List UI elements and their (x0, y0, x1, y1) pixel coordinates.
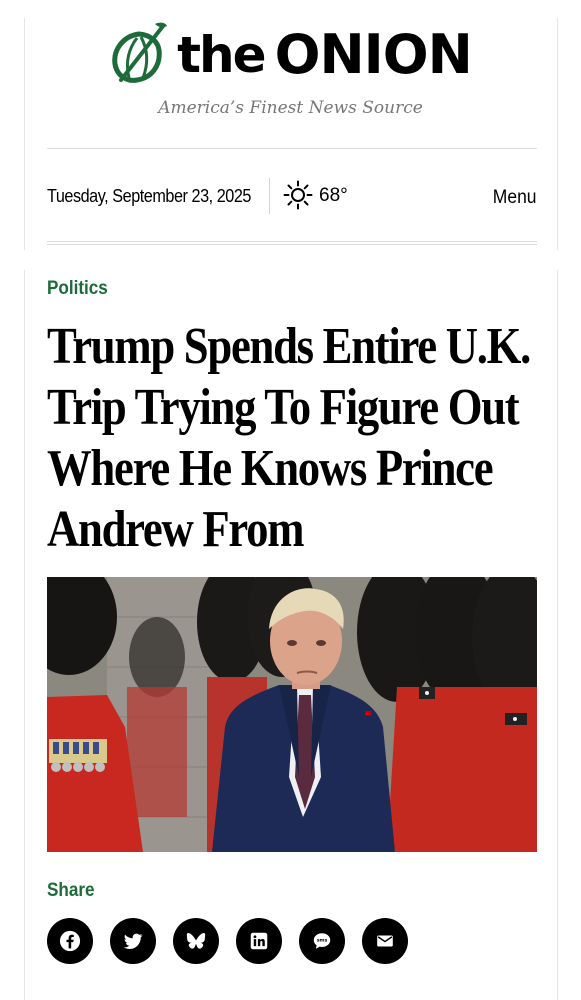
divider (47, 148, 537, 149)
site-tagline: America’s Finest News Source (158, 98, 423, 118)
article-photo (47, 577, 537, 852)
divider (269, 178, 270, 214)
temperature: 68° (319, 185, 348, 206)
share-linkedin-button[interactable] (236, 918, 282, 964)
left-rail (24, 270, 25, 1000)
date-weather-bar: Tuesday, September 23, 2025 68° Menu (47, 176, 537, 216)
right-rail (557, 270, 558, 1000)
share-sms-button[interactable]: sms (299, 918, 345, 964)
site-logo-link[interactable]: the ONION (0, 18, 581, 88)
sun-icon (283, 180, 313, 210)
email-icon (377, 935, 393, 947)
share-email-button[interactable] (362, 918, 408, 964)
share-buttons: sms (47, 918, 408, 964)
linkedin-icon (250, 932, 268, 950)
share-label: Share (47, 880, 95, 901)
article-photo-illustration (47, 577, 537, 852)
menu-button[interactable]: Menu (493, 187, 537, 209)
sms-icon: sms (313, 933, 331, 949)
onion-logo-icon (112, 22, 168, 83)
current-date: Tuesday, September 23, 2025 (47, 186, 251, 206)
share-bluesky-button[interactable] (173, 918, 219, 964)
divider (47, 241, 537, 245)
bluesky-icon (186, 932, 206, 949)
share-twitter-button[interactable] (110, 918, 156, 964)
article-headline: Trump Spends Entire U.K. Trip Trying To … (47, 318, 531, 558)
sms-icon-label: sms (317, 939, 328, 944)
logo-text-onion: ONION (274, 23, 473, 86)
facebook-icon (59, 930, 81, 952)
category-link[interactable]: Politics (47, 278, 108, 300)
share-facebook-button[interactable] (47, 918, 93, 964)
twitter-icon (123, 933, 143, 949)
logo-text-the: the (177, 26, 266, 84)
